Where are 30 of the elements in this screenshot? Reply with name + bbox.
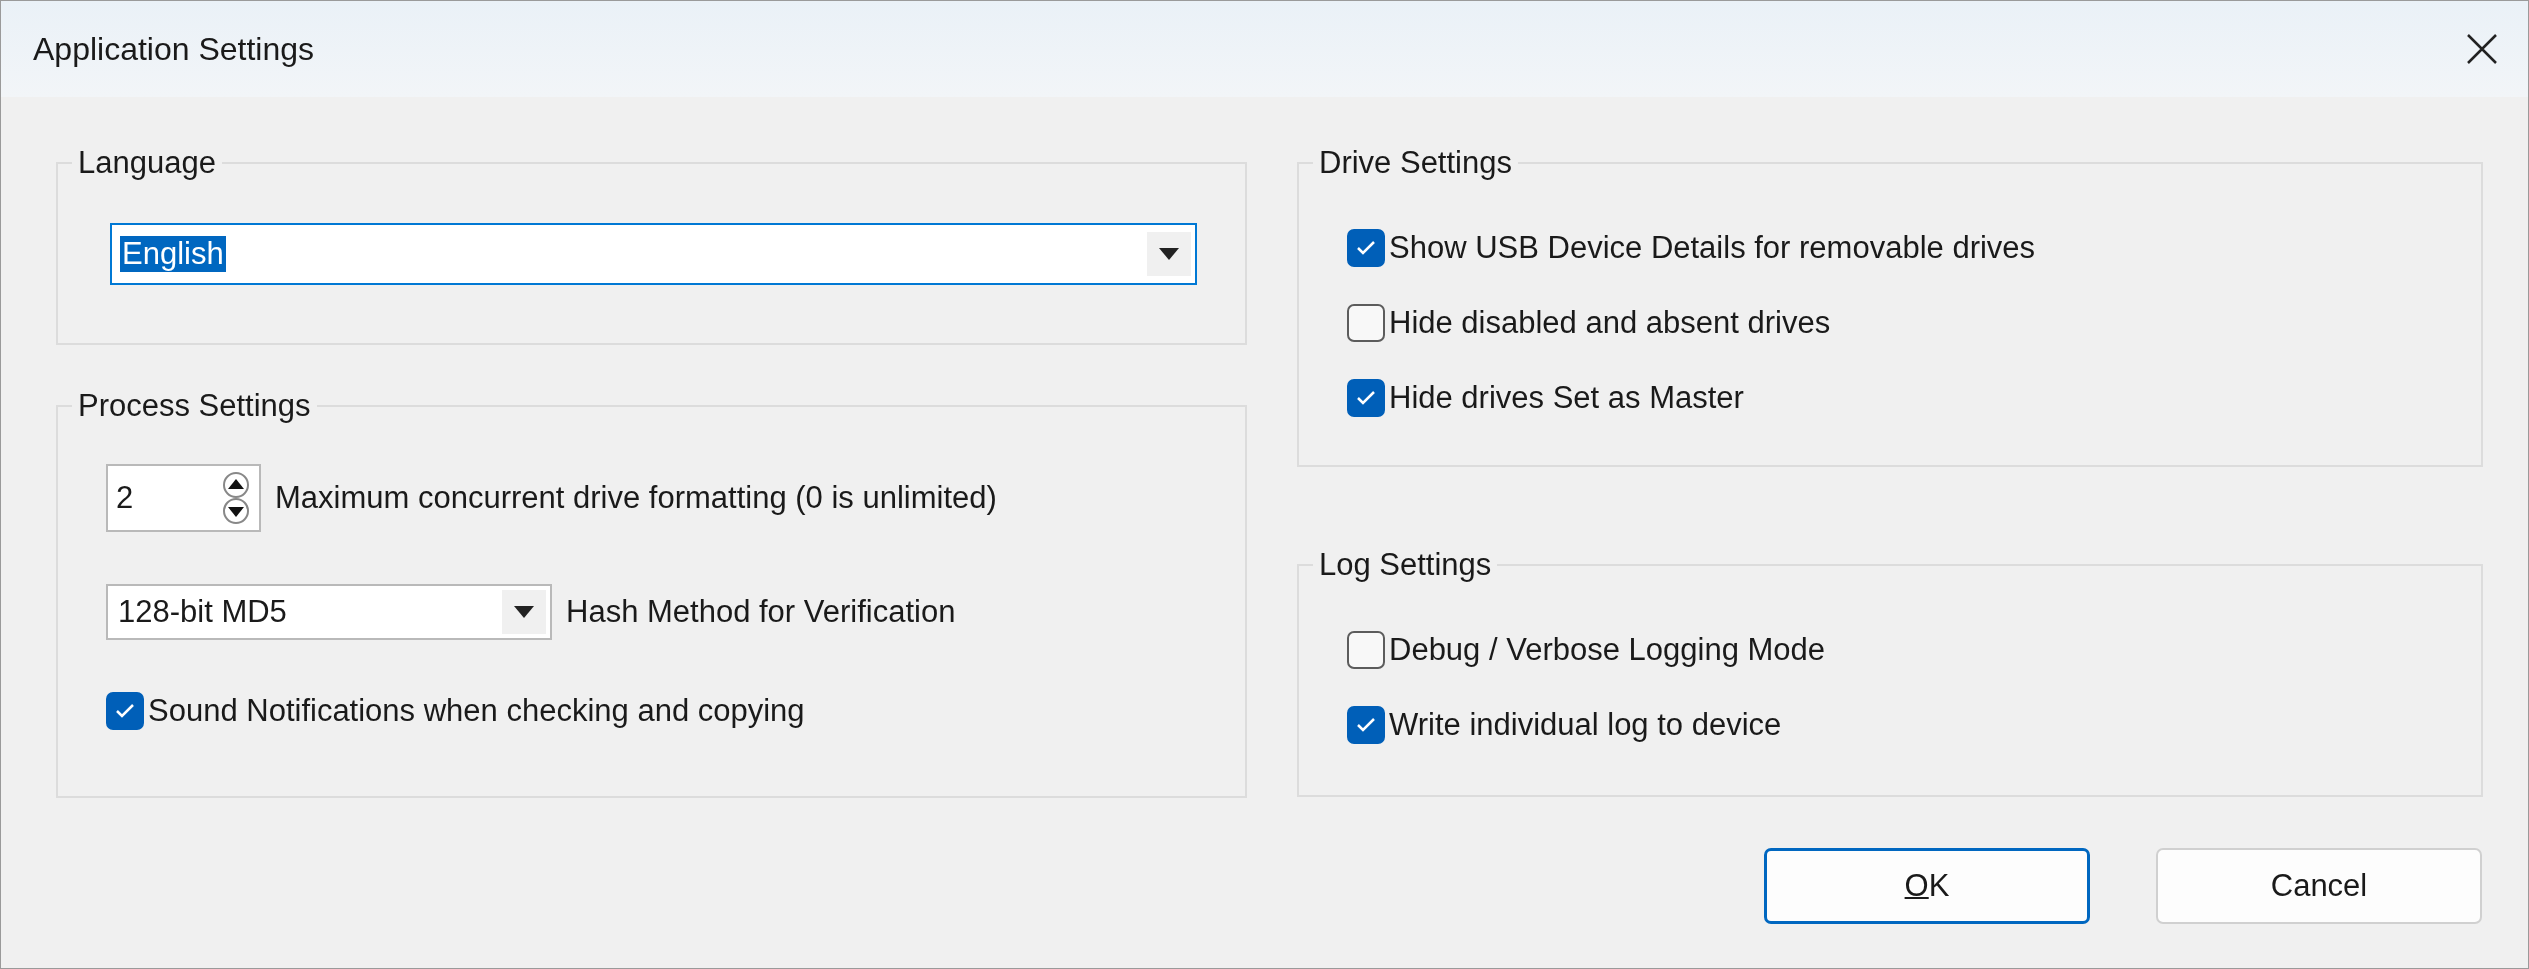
field-label: Maximum concurrent drive formatting (0 is unlimited) — [275, 480, 997, 516]
checkbox[interactable] — [106, 692, 144, 730]
field-label: Hash Method for Verification — [566, 594, 956, 630]
dialog-button[interactable]: Cancel — [2156, 848, 2482, 924]
checkbox[interactable] — [1347, 379, 1385, 417]
check-icon — [114, 702, 136, 720]
checkbox-label[interactable]: Show USB Device Details for removable drives — [1389, 230, 2036, 266]
dropdown-arrow-icon — [1159, 248, 1179, 260]
dialog-button[interactable]: OK — [1764, 848, 2090, 924]
checkbox-label[interactable]: Write individual log to device — [1389, 707, 1782, 743]
dropdown-arrow-icon — [514, 606, 534, 618]
checkbox[interactable] — [1347, 304, 1385, 342]
checkbox-label[interactable]: Hide drives Set as Master — [1389, 380, 1744, 416]
checkbox-label[interactable]: Debug / Verbose Logging Mode — [1389, 632, 1826, 668]
check-icon — [1355, 716, 1377, 734]
dropdown[interactable]: 128-bit MD5 — [106, 584, 552, 640]
group-title: Language — [77, 145, 217, 181]
group-title: Drive Settings — [1318, 145, 1513, 181]
window-title: Application Settings — [33, 30, 315, 68]
checkbox-label[interactable]: Hide disabled and absent drives — [1389, 305, 1831, 341]
check-icon — [1355, 389, 1377, 407]
checkbox-label[interactable]: Sound Notifications when checking and copying — [148, 693, 805, 729]
group-title: Process Settings — [77, 388, 312, 424]
check-icon — [1355, 239, 1377, 257]
dropdown[interactable]: English — [110, 223, 1197, 285]
checkbox[interactable] — [1347, 706, 1385, 744]
checkbox[interactable] — [1347, 631, 1385, 669]
checkbox[interactable] — [1347, 229, 1385, 267]
group-title: Log Settings — [1318, 547, 1493, 583]
number-spinner[interactable]: 2 — [106, 464, 261, 532]
